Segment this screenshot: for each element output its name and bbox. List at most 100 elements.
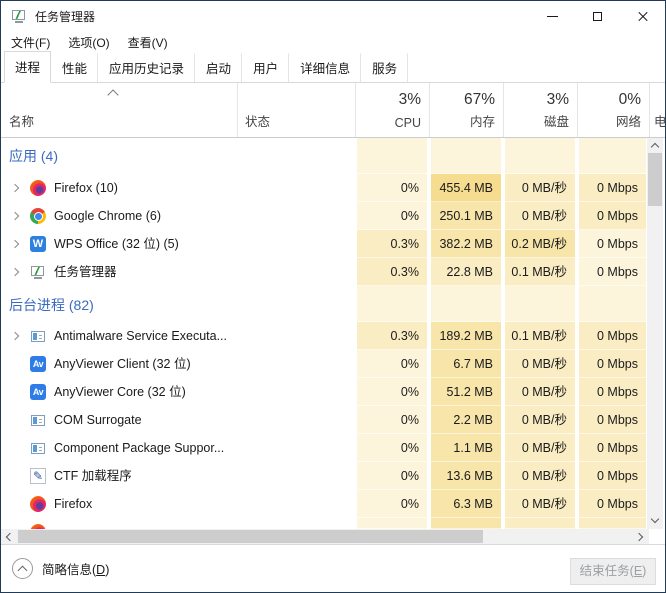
cell-disk: 0.1 MB/秒 [505,322,575,350]
column-header-memory[interactable]: 67% 内存 [429,83,503,137]
cell-mem: 13.6 MB [431,462,501,490]
cell-disk: 0 MB/秒 [505,490,575,518]
process-name: AnyViewer Client (32 位) [54,350,191,378]
group-header[interactable]: 应用 (4) [1,138,647,174]
menu-bar: 文件(F) 选项(O) 查看(V) [1,31,665,53]
memory-total-percent: 67% [464,91,495,109]
anyviewer-icon [30,356,46,372]
process-row[interactable]: 0%250.1 MB0 MB/秒0 MbpsGoogle Chrome (6) [1,202,647,230]
cell-disk [505,518,575,529]
process-row[interactable]: 0%51.2 MB0 MB/秒0 MbpsAnyViewer Core (32 … [1,378,647,406]
process-name: COM Surrogate [54,406,142,434]
cell-net: 0 Mbps [579,202,646,230]
fewer-details-toggle[interactable]: 简略信息(D) [12,558,109,579]
cpu-total-percent: 3% [399,91,421,109]
cell-cpu: 0.3% [357,322,427,350]
horizontal-scrollbar-thumb[interactable] [18,530,483,543]
menu-view[interactable]: 查看(V) [119,31,177,54]
title-bar[interactable]: 任务管理器 [1,1,665,31]
scroll-left-icon[interactable] [1,529,17,544]
cell-mem: 2.2 MB [431,406,501,434]
column-header-cpu[interactable]: 3% CPU [355,83,429,137]
cell-disk: 0.2 MB/秒 [505,230,575,258]
close-button[interactable] [620,1,665,31]
process-row[interactable]: 0%2.2 MB0 MB/秒0 MbpsCOM Surrogate [1,406,647,434]
close-icon [637,10,649,22]
group-header[interactable]: 后台进程 (82) [1,286,647,322]
process-row[interactable]: 0%1.1 MB0 MB/秒0 MbpsComponent Package Su… [1,434,647,462]
group-label: 后台进程 (82) [9,295,94,315]
process-row[interactable]: 0%13.6 MB0 MB/秒0 MbpsCTF 加载程序 [1,462,647,490]
process-row[interactable]: 0%455.4 MB0 MB/秒0 MbpsFirefox (10) [1,174,647,202]
process-name: Google Chrome (6) [54,202,161,230]
tab-processes[interactable]: 进程 [4,51,51,83]
process-name: Firefox [54,490,92,518]
cell-cpu: 0% [357,406,427,434]
vertical-scrollbar-thumb[interactable] [648,153,662,206]
tab-app-history[interactable]: 应用历史记录 [98,53,195,82]
tab-startup[interactable]: 启动 [195,53,242,82]
cell-mem: 51.2 MB [431,378,501,406]
process-name: WPS Office (32 位) (5) [54,230,179,258]
cell-cpu: 0% [357,462,427,490]
column-header-power-partial[interactable]: 电 [649,83,666,137]
process-row-partial[interactable] [1,518,647,529]
cell-mem [431,138,501,174]
maximize-icon [593,12,602,21]
cell-mem: 1.1 MB [431,434,501,462]
maximize-button[interactable] [575,1,620,31]
cell-disk: 0 MB/秒 [505,434,575,462]
network-total-percent: 0% [619,91,641,109]
cell-mem: 6.3 MB [431,490,501,518]
cell-net: 0 Mbps [579,230,646,258]
window-icon [31,415,45,426]
column-header-disk[interactable]: 3% 磁盘 [503,83,577,137]
expand-chevron-icon[interactable] [11,240,19,248]
scroll-down-icon[interactable] [647,513,663,529]
menu-options[interactable]: 选项(O) [59,31,118,54]
cell-disk: 0 MB/秒 [505,462,575,490]
process-row[interactable]: 0.3%22.8 MB0.1 MB/秒0 Mbps任务管理器 [1,258,647,286]
tab-services[interactable]: 服务 [361,53,408,82]
scroll-right-icon[interactable] [633,529,649,544]
expand-chevron-icon[interactable] [11,268,19,276]
tab-details[interactable]: 详细信息 [289,53,361,82]
scroll-up-icon[interactable] [647,138,663,154]
column-header-status[interactable]: 状态 [237,83,355,137]
process-name: AnyViewer Core (32 位) [54,378,186,406]
process-row[interactable]: 0%6.3 MB0 MB/秒0 MbpsFirefox [1,490,647,518]
task-manager-icon [11,8,27,24]
cell-mem: 250.1 MB [431,202,501,230]
window-icon [31,443,45,454]
process-row[interactable]: 0.3%189.2 MB0.1 MB/秒0 MbpsAntimalware Se… [1,322,647,350]
ctf-icon [30,468,46,484]
cell-cpu [357,518,427,529]
collapse-circle-icon [12,558,33,579]
tab-users[interactable]: 用户 [242,53,289,82]
column-header-network[interactable]: 0% 网络 [577,83,649,137]
group-label: 应用 (4) [9,146,58,166]
process-name: Component Package Suppor... [54,434,224,462]
cell-disk: 0 MB/秒 [505,174,575,202]
cell-cpu [357,138,427,174]
process-row[interactable]: 0%6.7 MB0 MB/秒0 MbpsAnyViewer Client (32… [1,350,647,378]
cell-net [579,138,646,174]
expand-chevron-icon[interactable] [11,212,19,220]
cell-disk [505,138,575,174]
horizontal-scrollbar[interactable] [1,529,649,544]
cell-net: 0 Mbps [579,322,646,350]
cell-cpu: 0% [357,350,427,378]
minimize-button[interactable] [530,1,575,31]
cell-cpu: 0% [357,174,427,202]
expand-chevron-icon[interactable] [11,332,19,340]
process-row[interactable]: 0.3%382.2 MB0.2 MB/秒0 MbpsWPS Office (32… [1,230,647,258]
window-title: 任务管理器 [35,8,95,25]
expand-chevron-icon[interactable] [11,184,19,192]
cell-net: 0 Mbps [579,406,646,434]
firefox-icon [30,496,46,512]
end-task-button[interactable]: 结束任务(E) [570,558,656,585]
tab-performance[interactable]: 性能 [51,53,98,82]
column-header-name[interactable]: 名称 [1,83,237,137]
vertical-scrollbar[interactable] [647,138,663,529]
cell-net [579,518,646,529]
